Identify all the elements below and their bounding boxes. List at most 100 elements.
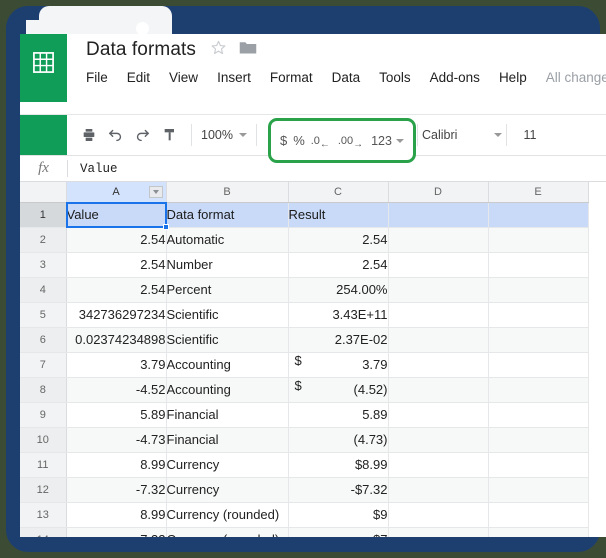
row-header[interactable]: 2	[20, 227, 67, 253]
cell-a[interactable]: 8.99	[66, 502, 167, 528]
cell-b[interactable]: Data format	[166, 202, 289, 228]
menu-item-help[interactable]: Help	[499, 70, 527, 85]
cell-d[interactable]	[388, 452, 489, 478]
cell-b[interactable]: Accounting	[166, 352, 289, 378]
printer-icon[interactable]	[75, 122, 102, 148]
cell-c[interactable]: 254.00%	[288, 277, 389, 303]
cell-c[interactable]: $9	[288, 502, 389, 528]
cell-c[interactable]: 2.37E-02	[288, 327, 389, 353]
cell-a[interactable]: 3.79	[66, 352, 167, 378]
undo-icon[interactable]	[102, 122, 129, 148]
cell-d[interactable]	[388, 227, 489, 253]
cell-b[interactable]: Scientific	[166, 302, 289, 328]
cell-e[interactable]	[488, 502, 589, 528]
menu-item-tools[interactable]: Tools	[379, 70, 411, 85]
cell-e[interactable]	[488, 477, 589, 503]
cell-a[interactable]: 0.02374234898	[66, 327, 167, 353]
cell-a[interactable]: 2.54	[66, 277, 167, 303]
cell-a[interactable]: 5.89	[66, 402, 167, 428]
percent-format-button[interactable]: %	[293, 133, 305, 148]
formula-input[interactable]: Value	[68, 162, 118, 176]
cell-d[interactable]	[388, 402, 489, 428]
cell-d[interactable]	[388, 502, 489, 528]
cell-c[interactable]: 2.54	[288, 227, 389, 253]
cell-b[interactable]: Percent	[166, 277, 289, 303]
row-header[interactable]: 1	[20, 202, 67, 228]
select-all-corner[interactable]	[20, 182, 67, 203]
redo-icon[interactable]	[129, 122, 156, 148]
cell-e[interactable]	[488, 277, 589, 303]
decrease-decimal-button[interactable]: .0 ←	[311, 135, 332, 151]
cell-e[interactable]	[488, 327, 589, 353]
font-family-selector[interactable]: Calibri	[418, 128, 506, 142]
cell-d[interactable]	[388, 477, 489, 503]
row-header[interactable]: 10	[20, 427, 67, 453]
row-header[interactable]: 8	[20, 377, 67, 403]
row-header[interactable]: 3	[20, 252, 67, 278]
cell-b[interactable]: Financial	[166, 427, 289, 453]
cell-d[interactable]	[388, 252, 489, 278]
cell-e[interactable]	[488, 377, 589, 403]
row-header[interactable]: 12	[20, 477, 67, 503]
paint-format-icon[interactable]	[156, 122, 183, 148]
cell-b[interactable]: Currency (rounded)	[166, 527, 289, 537]
cell-d[interactable]	[388, 427, 489, 453]
cell-e[interactable]	[488, 352, 589, 378]
cell-e[interactable]	[488, 427, 589, 453]
cell-c[interactable]: -$7	[288, 527, 389, 537]
column-header-e[interactable]: E	[488, 182, 589, 203]
cell-a[interactable]: Value	[66, 202, 167, 228]
font-size-selector[interactable]: 11	[507, 128, 553, 142]
row-header[interactable]: 5	[20, 302, 67, 328]
menu-item-insert[interactable]: Insert	[217, 70, 251, 85]
row-header[interactable]: 9	[20, 402, 67, 428]
cell-e[interactable]	[488, 252, 589, 278]
row-header[interactable]: 4	[20, 277, 67, 303]
increase-decimal-button[interactable]: .00 →	[338, 135, 365, 151]
cell-e[interactable]	[488, 302, 589, 328]
cell-a[interactable]: -4.52	[66, 377, 167, 403]
row-header[interactable]: 11	[20, 452, 67, 478]
cell-e[interactable]	[488, 227, 589, 253]
cell-b[interactable]: Currency (rounded)	[166, 502, 289, 528]
folder-icon[interactable]	[239, 40, 257, 60]
cell-e[interactable]	[488, 527, 589, 537]
cell-b[interactable]: Financial	[166, 402, 289, 428]
cell-c[interactable]: $ (4.52)	[288, 377, 389, 403]
cell-b[interactable]: Scientific	[166, 327, 289, 353]
cell-b[interactable]: Currency	[166, 452, 289, 478]
row-header[interactable]: 14	[20, 527, 67, 537]
menu-item-view[interactable]: View	[169, 70, 198, 85]
column-header-c[interactable]: C	[288, 182, 389, 203]
cell-a[interactable]: 2.54	[66, 252, 167, 278]
column-header-b[interactable]: B	[166, 182, 289, 203]
cell-b[interactable]: Currency	[166, 477, 289, 503]
column-header-d[interactable]: D	[388, 182, 489, 203]
cell-e[interactable]	[488, 452, 589, 478]
cell-c[interactable]: 2.54	[288, 252, 389, 278]
cell-c[interactable]: 5.89	[288, 402, 389, 428]
column-a-dropdown-icon[interactable]	[148, 186, 163, 198]
cell-c[interactable]: (4.73)	[288, 427, 389, 453]
row-header[interactable]: 13	[20, 502, 67, 528]
cell-d[interactable]	[388, 277, 489, 303]
cell-a[interactable]: -7.32	[66, 527, 167, 537]
row-header[interactable]: 6	[20, 327, 67, 353]
column-header-a[interactable]: A	[66, 182, 167, 203]
star-outline-icon[interactable]	[210, 39, 227, 61]
menu-item-edit[interactable]: Edit	[127, 70, 150, 85]
row-header[interactable]: 7	[20, 352, 67, 378]
cell-a[interactable]: 342736297234	[66, 302, 167, 328]
cell-b[interactable]: Accounting	[166, 377, 289, 403]
cell-a[interactable]: -7.32	[66, 477, 167, 503]
document-title[interactable]: Data formats	[86, 39, 196, 61]
cell-b[interactable]: Automatic	[166, 227, 289, 253]
menu-item-addons[interactable]: Add-ons	[430, 70, 480, 85]
active-cell-fill-handle[interactable]	[163, 224, 169, 230]
cell-c[interactable]: -$7.32	[288, 477, 389, 503]
cell-e[interactable]	[488, 202, 589, 228]
cell-e[interactable]	[488, 402, 589, 428]
cell-a[interactable]: 8.99	[66, 452, 167, 478]
cell-d[interactable]	[388, 202, 489, 228]
cell-d[interactable]	[388, 527, 489, 537]
